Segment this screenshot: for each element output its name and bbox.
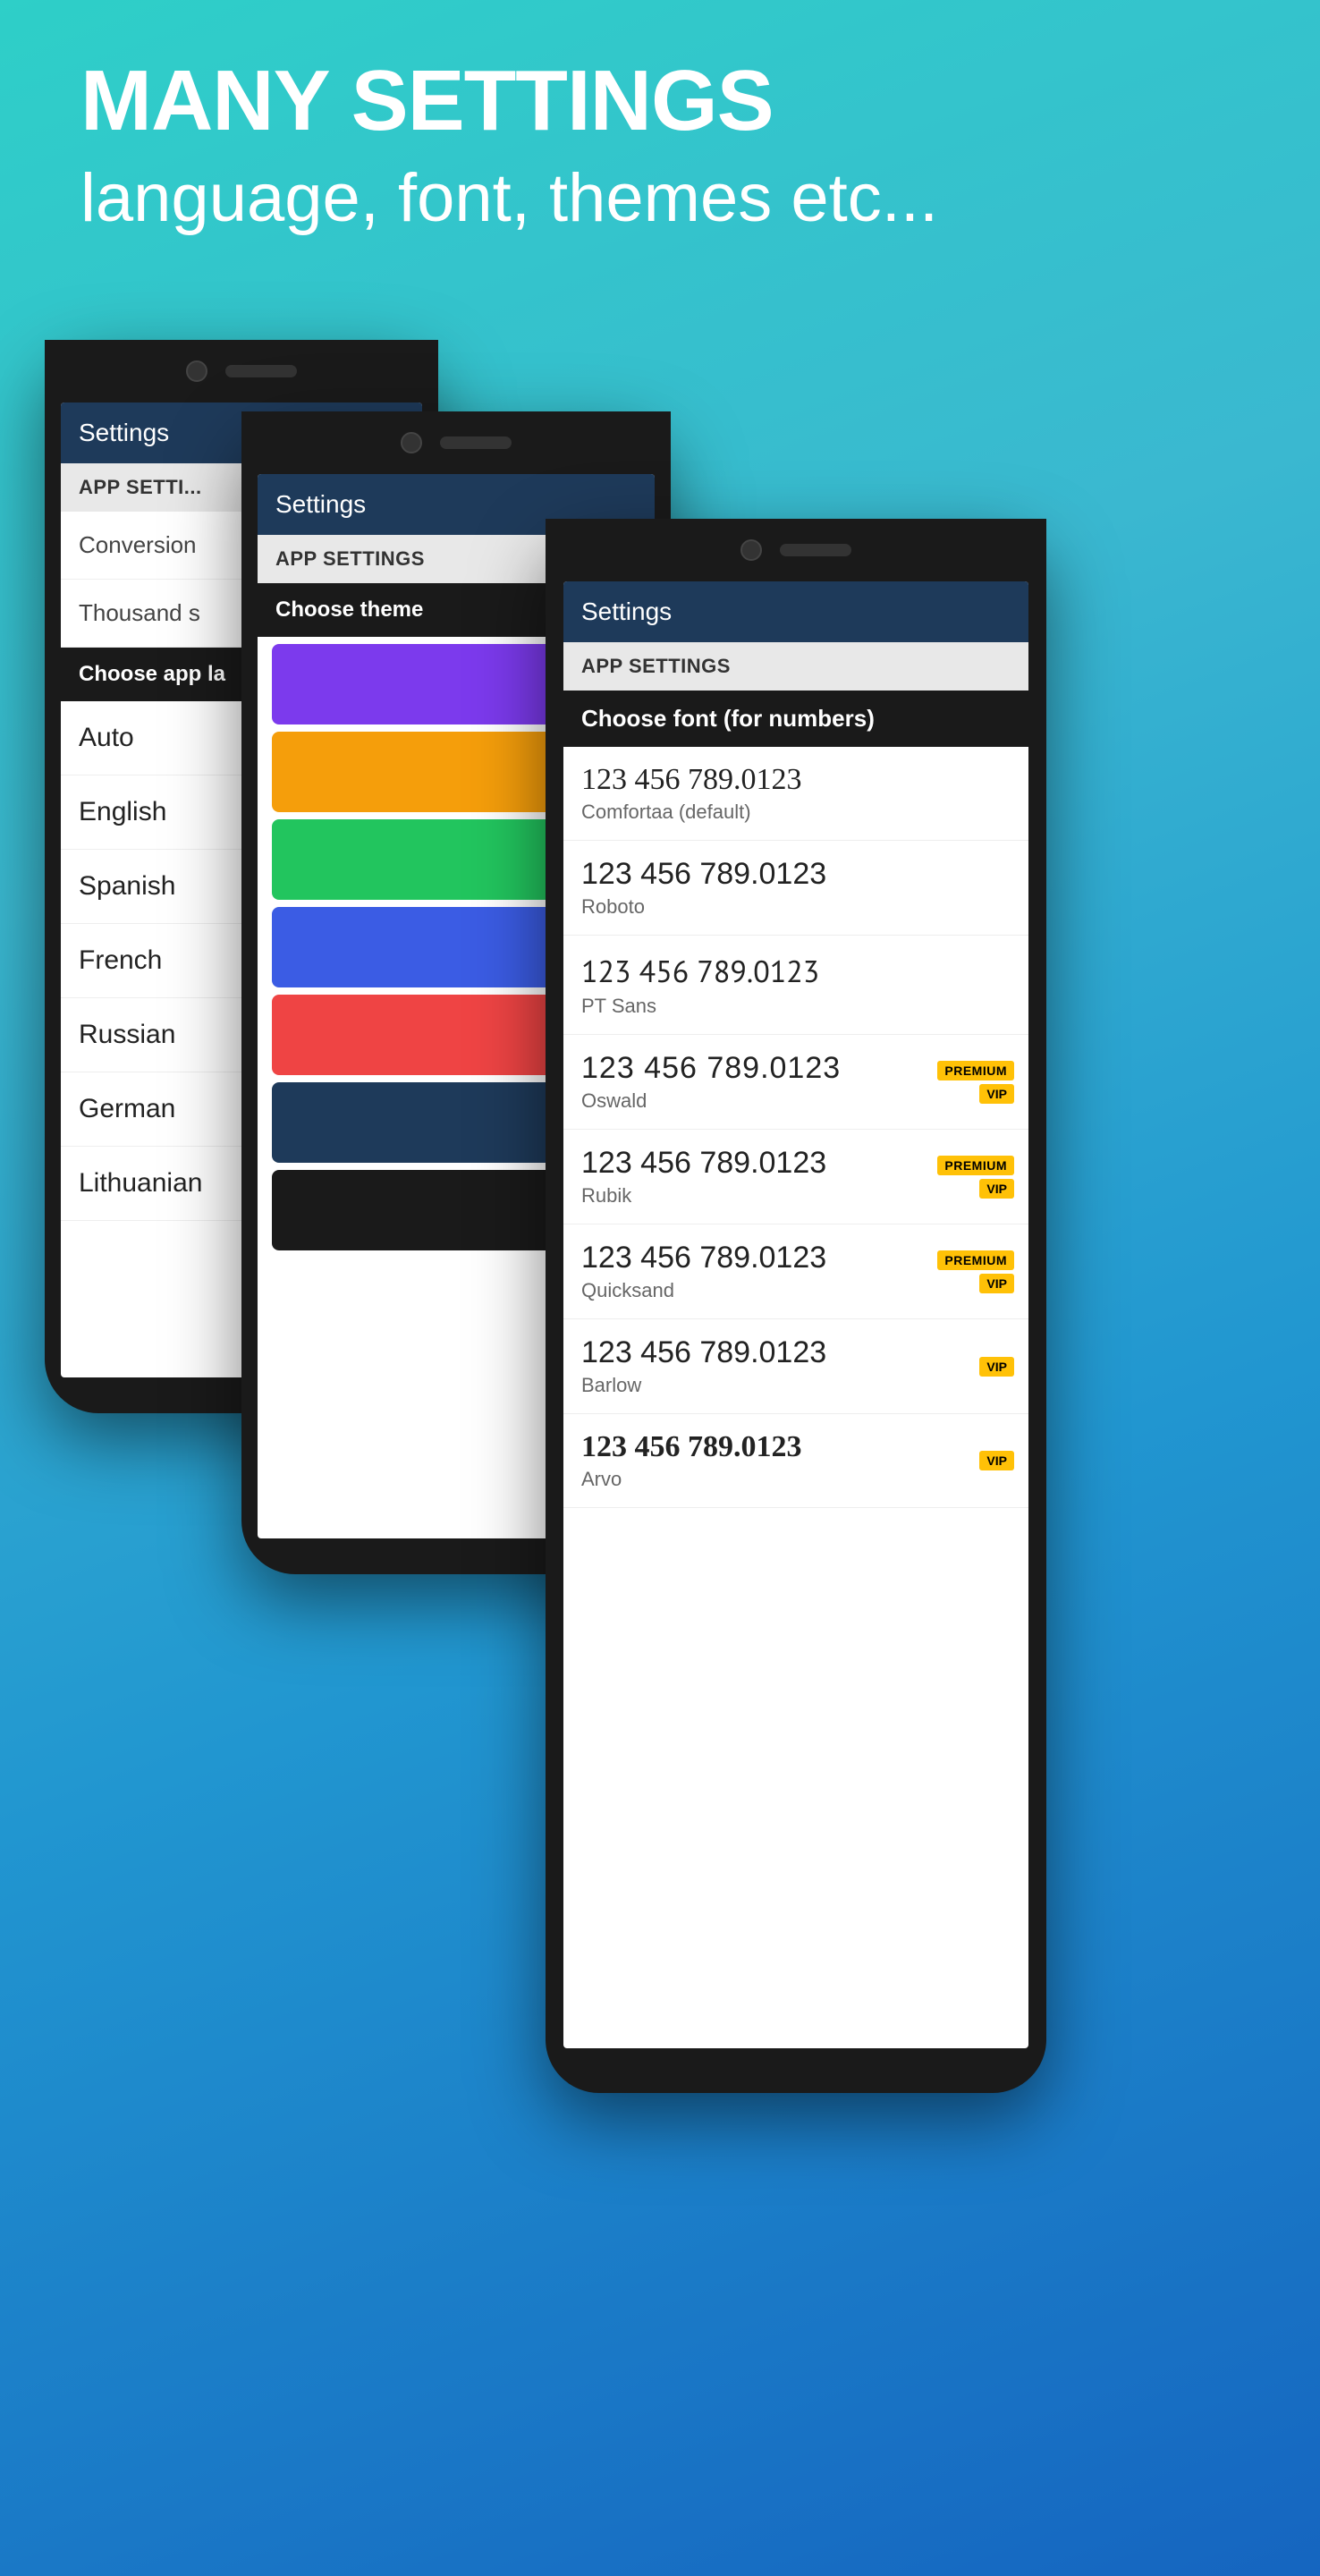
font-name-ptsans: PT Sans [581, 995, 656, 1017]
font-item-rubik[interactable]: 123 456 789.0123 Rubik PREMIUM VIP [563, 1130, 1028, 1224]
barlow-badges: VIP [979, 1357, 1014, 1377]
phone-font: Settings APP SETTINGS Choose font (for n… [546, 519, 1046, 2093]
rubik-badges: PREMIUM VIP [937, 1156, 1014, 1199]
phone3-screen: Settings APP SETTINGS Choose font (for n… [563, 581, 1028, 2048]
badge-premium-oswald: PREMIUM [937, 1061, 1014, 1080]
phone3-font-header: Choose font (for numbers) [563, 691, 1028, 747]
quicksand-badges: PREMIUM VIP [937, 1250, 1014, 1293]
font-item-ptsans[interactable]: 123 456 789.0123 PT Sans [563, 936, 1028, 1035]
font-number-comfortaa: 123 456 789.0123 [581, 763, 1011, 797]
page-subtitle: language, font, themes etc... [80, 157, 938, 239]
font-name-roboto: Roboto [581, 895, 645, 918]
badge-vip-quicksand: VIP [979, 1274, 1014, 1293]
badge-premium-quicksand: PREMIUM [937, 1250, 1014, 1270]
font-name-barlow: Barlow [581, 1374, 641, 1396]
phone3-app-settings: APP SETTINGS [563, 642, 1028, 691]
badge-vip-oswald: VIP [979, 1084, 1014, 1104]
font-name-oswald: Oswald [581, 1089, 647, 1112]
font-item-oswald[interactable]: 123 456 789.0123 Oswald PREMIUM VIP [563, 1035, 1028, 1130]
phone2-speaker [440, 436, 512, 449]
phone3-settings-bar: Settings [563, 581, 1028, 642]
phone1-topbar [45, 340, 438, 402]
font-number-roboto: 123 456 789.0123 [581, 857, 1011, 892]
font-number-ptsans: 123 456 789.0123 [581, 952, 1011, 991]
arvo-badges: VIP [979, 1451, 1014, 1470]
header-block: MANY SETTINGS language, font, themes etc… [80, 54, 938, 239]
oswald-badges: PREMIUM VIP [937, 1061, 1014, 1104]
badge-premium-rubik: PREMIUM [937, 1156, 1014, 1175]
font-name-rubik: Rubik [581, 1184, 631, 1207]
font-number-barlow: 123 456 789.0123 [581, 1335, 1011, 1370]
phones-container: Settings APP SETTI... Conversion Thousan… [27, 340, 1297, 2540]
phone1-speaker [225, 365, 297, 377]
phone2-camera [401, 432, 422, 453]
phone1-camera [186, 360, 207, 382]
phone3-camera [740, 539, 762, 561]
badge-vip-arvo: VIP [979, 1451, 1014, 1470]
font-name-comfortaa: Comfortaa (default) [581, 801, 751, 823]
badge-vip-rubik: VIP [979, 1179, 1014, 1199]
page-title: MANY SETTINGS [80, 54, 938, 148]
phone2-topbar [241, 411, 671, 474]
font-item-comfortaa[interactable]: 123 456 789.0123 Comfortaa (default) [563, 747, 1028, 841]
badge-vip-barlow: VIP [979, 1357, 1014, 1377]
phone3-topbar [546, 519, 1046, 581]
font-number-arvo: 123 456 789.0123 [581, 1430, 1011, 1464]
font-item-arvo[interactable]: 123 456 789.0123 Arvo VIP [563, 1414, 1028, 1508]
font-item-roboto[interactable]: 123 456 789.0123 Roboto [563, 841, 1028, 936]
phone3-speaker [780, 544, 851, 556]
font-item-barlow[interactable]: 123 456 789.0123 Barlow VIP [563, 1319, 1028, 1414]
font-item-quicksand[interactable]: 123 456 789.0123 Quicksand PREMIUM VIP [563, 1224, 1028, 1319]
font-name-quicksand: Quicksand [581, 1279, 674, 1301]
font-name-arvo: Arvo [581, 1468, 622, 1490]
